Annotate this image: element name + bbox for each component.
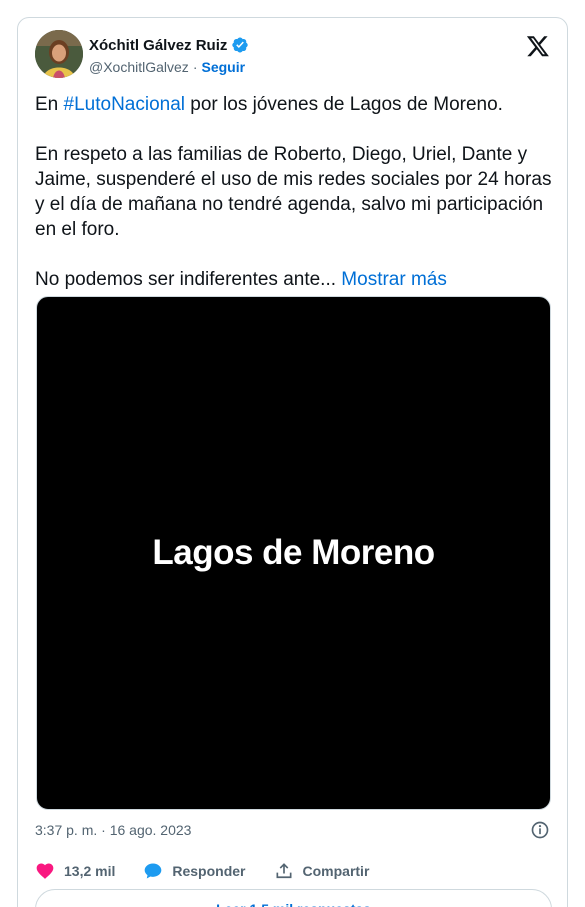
like-button[interactable]: 13,2 mil: [35, 861, 115, 881]
tweet-paragraph-3: No podemos ser indiferentes ante... Most…: [35, 267, 555, 292]
tweet-text-segment: No podemos ser indiferentes ante...: [35, 269, 342, 290]
speech-bubble-icon: [145, 863, 162, 879]
info-icon[interactable]: [530, 820, 550, 840]
tweet-text-segment: por los jóvenes de Lagos de Moreno.: [185, 94, 503, 115]
author-name-row: Xóchitl Gálvez Ruiz: [89, 36, 249, 54]
show-more-link[interactable]: Mostrar más: [341, 269, 447, 290]
author-display-name[interactable]: Xóchitl Gálvez Ruiz: [89, 37, 227, 54]
reply-label: Responder: [172, 863, 246, 879]
follow-button[interactable]: Seguir: [201, 59, 245, 75]
verified-badge-icon: [231, 36, 249, 54]
tweet-line-1: En #LutoNacional por los jóvenes de Lago…: [35, 92, 555, 117]
avatar-image: [35, 30, 83, 78]
tweet-card: Xóchitl Gálvez Ruiz @XochitlGalvez · Seg…: [17, 17, 568, 907]
tweet-media[interactable]: Lagos de Moreno: [36, 296, 551, 810]
media-caption: Lagos de Moreno: [152, 533, 435, 572]
tweet-actions: 13,2 mil Responder Compartir: [35, 861, 397, 881]
hashtag-link[interactable]: #LutoNacional: [64, 94, 185, 115]
tweet-text-segment: En: [35, 94, 64, 115]
author-handle[interactable]: @XochitlGalvez: [89, 59, 189, 75]
tweet-text: En #LutoNacional por los jóvenes de Lago…: [35, 92, 555, 292]
handle-separator: ·: [192, 59, 198, 75]
x-logo-icon[interactable]: [526, 34, 550, 58]
author-handle-row: @XochitlGalvez · Seguir: [89, 59, 245, 75]
author-avatar[interactable]: [35, 30, 83, 78]
heart-icon: [36, 863, 54, 879]
share-upload-icon: [276, 863, 291, 879]
tweet-paragraph-2: En respeto a las familias de Roberto, Di…: [35, 144, 552, 240]
tweet-timestamp[interactable]: 3:37 p. m. · 16 ago. 2023: [35, 822, 191, 838]
likes-count: 13,2 mil: [64, 863, 116, 879]
read-replies-button[interactable]: Leer 1,5 mil respuestas: [35, 889, 552, 907]
share-button[interactable]: Compartir: [274, 861, 370, 881]
share-label: Compartir: [302, 863, 370, 879]
reply-button[interactable]: Responder: [143, 861, 246, 881]
